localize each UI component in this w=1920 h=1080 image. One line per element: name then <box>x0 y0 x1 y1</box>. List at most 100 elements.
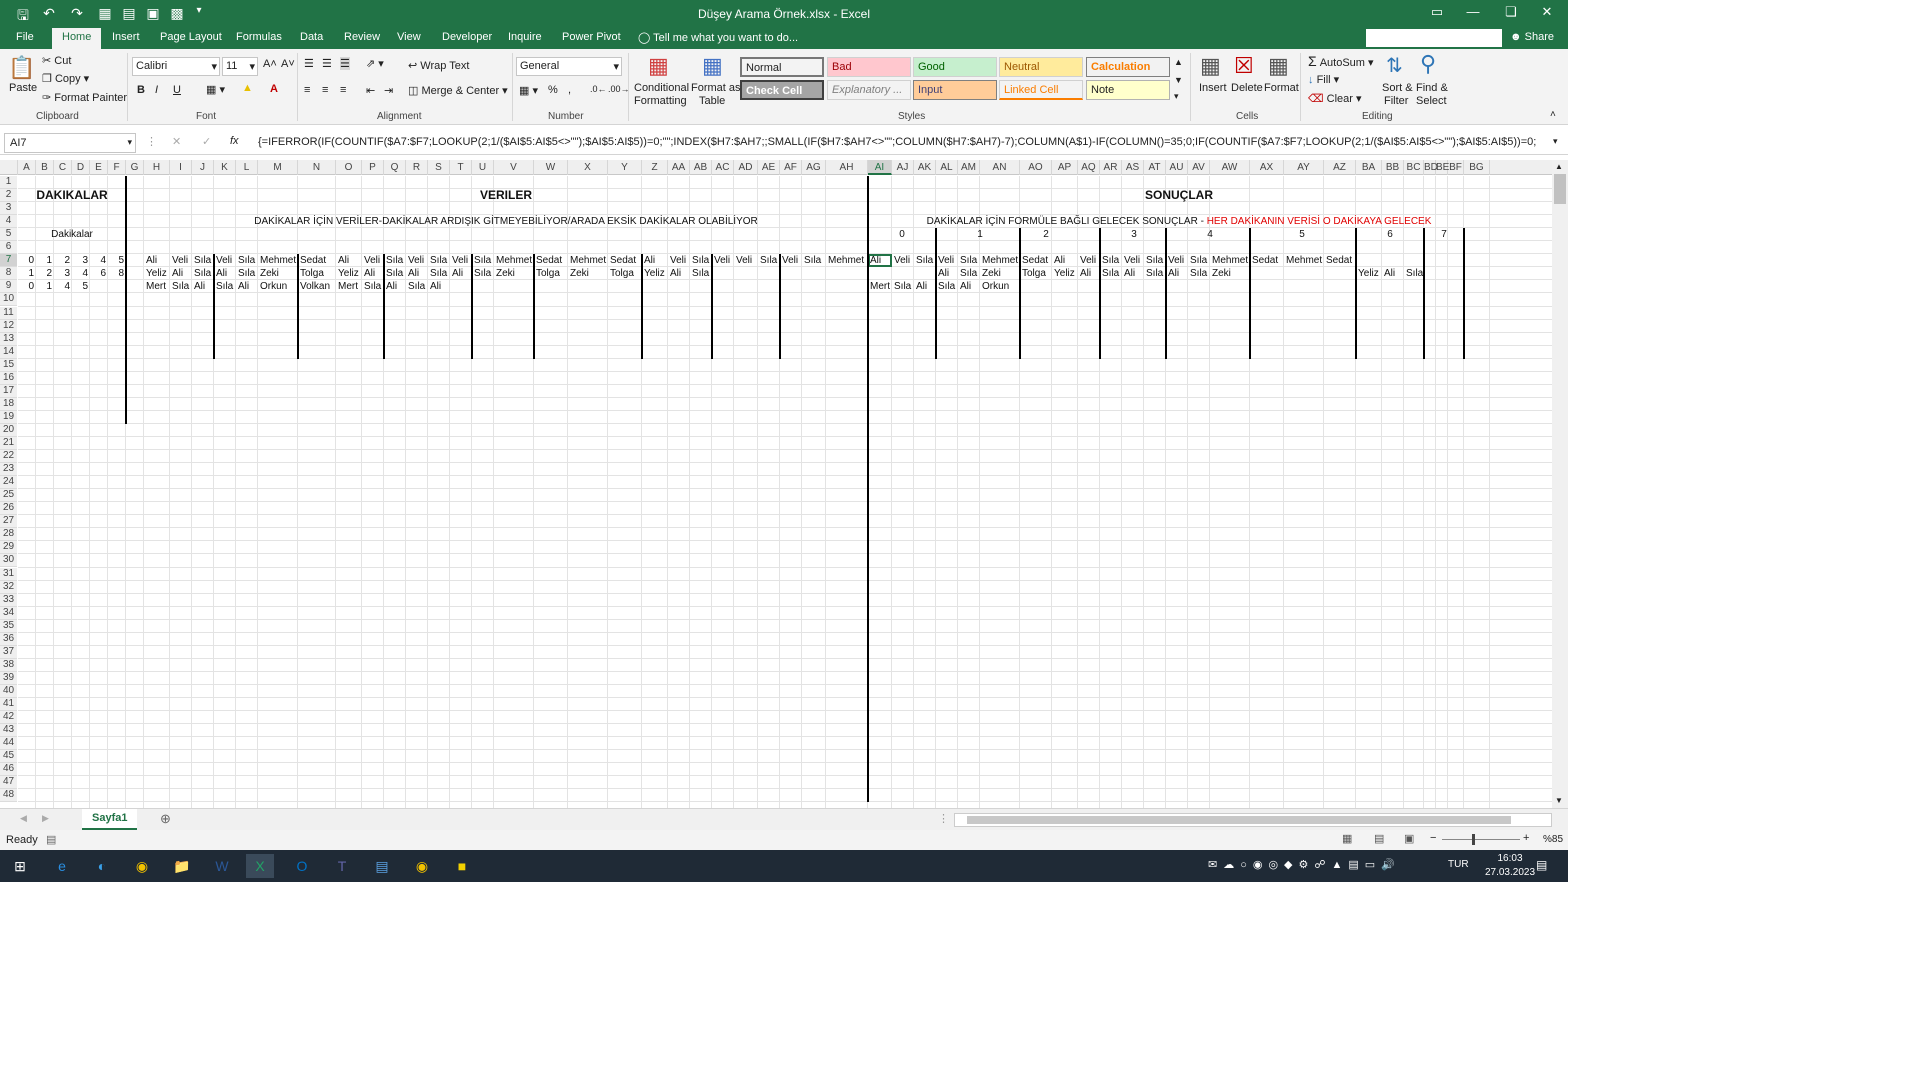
align-middle-icon[interactable]: ☰ <box>322 57 332 70</box>
column-header-al[interactable]: AL <box>936 160 958 175</box>
data-cell[interactable]: Sıla <box>430 268 447 279</box>
veriler-note[interactable]: DAKİKALAR İÇİN VERİLER-DAKİKALAR ARDIŞIK… <box>254 216 758 227</box>
chrome2-icon[interactable]: ◉ <box>408 854 436 878</box>
data-cell[interactable]: Sedat <box>536 255 562 266</box>
column-header-ar[interactable]: AR <box>1100 160 1122 175</box>
data-cell[interactable]: Yeliz <box>146 268 167 279</box>
data-cell[interactable]: Ali <box>338 255 349 266</box>
row-header[interactable]: 18 <box>0 397 17 411</box>
input-language[interactable]: TUR <box>1448 859 1469 870</box>
ie-icon[interactable]: e <box>48 854 76 878</box>
row-header[interactable]: 26 <box>0 502 17 516</box>
data-cell[interactable]: Sıla <box>804 255 821 266</box>
dakikalar-label[interactable]: Dakikalar <box>51 229 93 240</box>
align-center-icon[interactable]: ≡ <box>322 84 328 96</box>
row-header[interactable]: 48 <box>0 789 17 803</box>
result-cell[interactable]: Ali <box>1054 255 1065 266</box>
column-header-w[interactable]: W <box>534 160 568 175</box>
data-cell[interactable]: Orkun <box>260 281 287 292</box>
column-header-ac[interactable]: AC <box>712 160 734 175</box>
tab-inquire[interactable]: Inquire <box>508 31 542 43</box>
format-cells-icon[interactable]: ▦ <box>1268 53 1289 79</box>
column-header-d[interactable]: D <box>72 160 90 175</box>
tab-power-pivot[interactable]: Power Pivot <box>562 31 621 43</box>
data-cell[interactable]: Ali <box>216 268 227 279</box>
vertical-scrollbar[interactable]: ▲ ▼ <box>1552 160 1568 808</box>
accounting-format-icon[interactable]: ▦ ▾ <box>519 84 538 97</box>
scroll-down-icon[interactable]: ▼ <box>1555 796 1563 805</box>
align-bottom-icon[interactable]: ☰ <box>340 57 350 70</box>
data-cell[interactable]: Yeliz <box>644 268 665 279</box>
minute-header[interactable]: 3 <box>1131 229 1137 240</box>
data-cell[interactable]: Ali <box>408 268 419 279</box>
data-cell[interactable]: Sıla <box>692 268 709 279</box>
result-cell[interactable]: Tolga <box>1022 268 1046 279</box>
scroll-up-icon[interactable]: ▲ <box>1555 162 1563 171</box>
row-header[interactable]: 28 <box>0 528 17 542</box>
tell-me-box[interactable]: ◯ Tell me what you want to do... <box>638 31 798 44</box>
result-cell[interactable]: Sedat <box>1326 255 1352 266</box>
result-cell[interactable]: Sıla <box>1190 255 1207 266</box>
column-header-ag[interactable]: AG <box>802 160 826 175</box>
column-header-bd[interactable]: BD <box>1424 160 1438 175</box>
result-cell[interactable]: Yeliz <box>1054 268 1075 279</box>
header-veriler[interactable]: VERILER <box>480 188 532 202</box>
row-header[interactable]: 40 <box>0 684 17 698</box>
align-left-icon[interactable]: ≡ <box>304 84 310 96</box>
delete-cells-button[interactable]: Delete <box>1231 82 1263 94</box>
clear-button[interactable]: ⌫ Clear ▾ <box>1308 92 1362 105</box>
insert-cells-icon[interactable]: ▦ <box>1200 53 1221 79</box>
cancel-entry-icon[interactable]: ✕ <box>172 135 181 148</box>
paste-icon[interactable]: 📋 <box>8 55 35 81</box>
column-header-ay[interactable]: AY <box>1284 160 1324 175</box>
row-header[interactable]: 15 <box>0 358 17 372</box>
style-neutral[interactable]: Neutral <box>999 57 1083 77</box>
data-cell[interactable]: Veli <box>408 255 424 266</box>
sheet-tab-sayfa1[interactable]: Sayfa1 <box>82 809 138 830</box>
data-cell[interactable]: Sıla <box>216 281 233 292</box>
format-painter-button[interactable]: ✑ Format Painter <box>42 91 127 104</box>
row-header[interactable]: 32 <box>0 580 17 594</box>
minute-cell[interactable]: 4 <box>70 268 88 279</box>
data-cell[interactable]: Mehmet <box>570 255 606 266</box>
data-cell[interactable]: Ali <box>386 281 397 292</box>
split-grip-icon[interactable]: ⋮ <box>938 812 949 825</box>
column-header-be[interactable]: BE <box>1436 160 1449 175</box>
column-header-ak[interactable]: AK <box>914 160 936 175</box>
result-cell[interactable]: Zeki <box>1212 268 1231 279</box>
style-input[interactable]: Input <box>913 80 997 100</box>
confirm-entry-icon[interactable]: ✓ <box>202 135 211 148</box>
horizontal-scrollbar[interactable] <box>954 813 1552 827</box>
data-cell[interactable]: Sıla <box>364 281 381 292</box>
row-header[interactable]: 11 <box>0 306 17 320</box>
minute-cell[interactable]: 1 <box>34 281 52 292</box>
row-header[interactable]: 39 <box>0 671 17 685</box>
column-header-aq[interactable]: AQ <box>1078 160 1100 175</box>
data-cell[interactable]: Sıla <box>474 255 491 266</box>
result-cell[interactable]: Sıla <box>960 268 977 279</box>
minute-header[interactable]: 2 <box>1043 229 1049 240</box>
conditional-formatting-button[interactable]: Conditional <box>634 82 689 94</box>
column-header-at[interactable]: AT <box>1144 160 1166 175</box>
data-cell[interactable]: Ali <box>238 281 249 292</box>
copy-button[interactable]: ❐ Copy ▾ <box>42 72 89 85</box>
next-sheet-icon[interactable]: ▶ <box>42 813 49 824</box>
column-header-r[interactable]: R <box>406 160 428 175</box>
result-cell[interactable]: Veli <box>938 255 954 266</box>
row-header[interactable]: 25 <box>0 489 17 503</box>
minute-header[interactable]: 6 <box>1387 229 1393 240</box>
row-header[interactable]: 5 <box>0 228 17 242</box>
result-cell[interactable]: Ali <box>1168 268 1179 279</box>
system-tray-icons[interactable]: ✉☁○◉◎◆⚙☍▲▤▭🔊 <box>1208 858 1401 871</box>
italic-button[interactable]: I <box>155 84 158 96</box>
result-cell[interactable]: Ali <box>1384 268 1395 279</box>
find-select-button[interactable]: Find & <box>1416 82 1448 94</box>
minute-cell[interactable]: 8 <box>106 268 124 279</box>
column-header-ad[interactable]: AD <box>734 160 758 175</box>
column-header-aa[interactable]: AA <box>668 160 690 175</box>
result-cell[interactable]: Sıla <box>1146 268 1163 279</box>
minute-cell[interactable]: 4 <box>52 281 70 292</box>
column-header-ai[interactable]: AI <box>868 160 892 175</box>
worksheet-grid[interactable]: A B C D E F G H I J K L M N O P Q R S T U V W X Y Z AA AB AC AD AE AF AG… <box>0 160 1552 808</box>
result-cell[interactable]: Veli <box>894 255 910 266</box>
